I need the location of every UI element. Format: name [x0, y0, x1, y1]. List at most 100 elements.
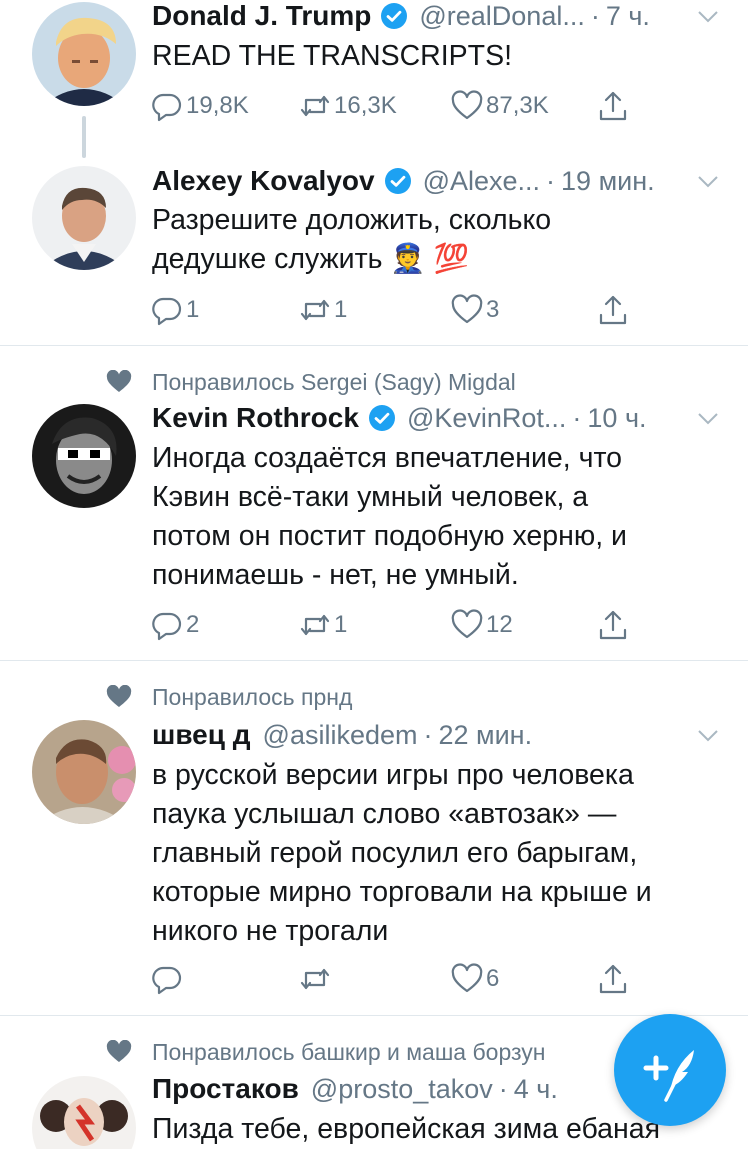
tweet-time[interactable]: 10 ч. — [587, 403, 646, 434]
author-handle[interactable]: @asilikedem — [263, 720, 418, 751]
author-handle[interactable]: @Alexe... — [423, 166, 540, 197]
tweet-actions: 19,8K 16,3K 87,3K — [150, 86, 708, 126]
tweet-text-line: главный герой посулил его барыгам, — [152, 837, 638, 869]
retweet-icon — [298, 293, 332, 327]
share-icon — [596, 89, 630, 123]
compose-tweet-button[interactable] — [614, 1014, 726, 1126]
tweet-actions: 2 1 12 — [150, 605, 708, 645]
avatar[interactable] — [32, 166, 136, 270]
author-handle[interactable]: @realDonal... — [419, 1, 584, 32]
share-icon — [596, 293, 630, 327]
tweet-header: Donald J. Trump @realDonal... · 7 ч. — [152, 0, 720, 34]
divider — [0, 345, 748, 346]
reply-count: 19,8K — [186, 92, 249, 119]
tweet-text: Разрешите доложить, сколько дедушке служ… — [152, 201, 718, 279]
share-icon — [596, 962, 630, 996]
reply-icon — [150, 89, 184, 123]
share-button[interactable] — [596, 86, 630, 126]
chevron-down-icon[interactable] — [696, 169, 720, 193]
like-button[interactable]: 87,3K — [450, 86, 549, 126]
tweet-header: Kevin Rothrock @KevinRot... · 10 ч. — [152, 400, 720, 436]
separator-dot: · — [423, 719, 433, 750]
retweet-button[interactable]: 1 — [298, 290, 347, 330]
reply-icon — [150, 962, 184, 996]
reply-button[interactable]: 2 — [150, 605, 199, 645]
separator-dot: · — [498, 1073, 508, 1104]
tweet-text: Иногда создаётся впечатление, что Кэвин … — [152, 439, 718, 595]
avatar[interactable] — [32, 720, 136, 824]
separator-dot: · — [590, 0, 600, 31]
reply-button[interactable] — [150, 959, 186, 999]
tweet-text-line: потом он постит подобную херню, и — [152, 520, 627, 552]
tweet-time[interactable]: 22 мин. — [439, 720, 533, 751]
like-button[interactable]: 12 — [450, 605, 513, 645]
heart-icon — [450, 89, 484, 123]
tweet-time[interactable]: 7 ч. — [606, 1, 650, 32]
avatar[interactable] — [32, 1076, 136, 1149]
retweet-button[interactable] — [298, 959, 334, 999]
tweet-header: Alexey Kovalyov @Alexe... · 19 мин. — [152, 163, 720, 199]
like-button[interactable]: 3 — [450, 290, 499, 330]
compose-tweet-icon — [643, 1050, 694, 1102]
retweet-count: 1 — [334, 296, 348, 323]
reply-button[interactable]: 1 — [150, 290, 199, 330]
tweet-text-line: Разрешите доложить, сколько — [152, 204, 552, 236]
retweet-count: 1 — [334, 611, 348, 638]
author-handle[interactable]: @prosto_takov — [311, 1074, 493, 1105]
author-name[interactable]: Kevin Rothrock — [152, 402, 359, 434]
verified-badge-icon — [381, 3, 408, 29]
retweet-button[interactable]: 16,3K — [298, 86, 397, 126]
small-heart-icon — [106, 370, 132, 392]
tweet-actions: 1 1 3 — [150, 290, 708, 330]
liked-by-text[interactable]: Понравилось Sergei (Sagy) Migdal — [152, 369, 516, 396]
tweet-text-line: никого не трогали — [152, 915, 389, 947]
like-count: 6 — [486, 965, 500, 992]
retweet-button[interactable]: 1 — [298, 605, 347, 645]
retweet-count: 16,3K — [334, 92, 397, 119]
like-button[interactable]: 6 — [450, 959, 499, 999]
like-count: 12 — [486, 611, 513, 638]
chevron-down-icon[interactable] — [696, 406, 720, 430]
reply-button[interactable]: 19,8K — [150, 86, 249, 126]
author-name[interactable]: Donald J. Trump — [152, 0, 371, 32]
like-count: 3 — [486, 296, 500, 323]
author-name[interactable]: Простаков — [152, 1073, 299, 1105]
chevron-down-icon[interactable] — [696, 4, 720, 28]
tweet-text-line: дедушке служить 👮 💯 — [152, 243, 470, 275]
tweet-time[interactable]: 4 ч. — [514, 1074, 558, 1105]
author-handle[interactable]: @KevinRot... — [407, 403, 566, 434]
tweet-text-line: понимаешь - нет, не умный. — [152, 559, 519, 591]
share-button[interactable] — [596, 290, 630, 330]
tweet-text-line: в русской версии игры про человека — [152, 759, 634, 791]
tweet-header: швец д @asilikedem · 22 мин. — [152, 717, 720, 753]
separator-dot: · — [546, 165, 556, 196]
retweet-icon — [298, 89, 332, 123]
author-name[interactable]: швец д — [152, 719, 251, 751]
share-button[interactable] — [596, 605, 630, 645]
small-heart-icon — [106, 1040, 132, 1062]
heart-icon — [450, 293, 484, 327]
tweet-actions: 6 — [150, 959, 708, 999]
retweet-icon — [298, 962, 332, 996]
like-count: 87,3K — [486, 92, 549, 119]
heart-icon — [450, 962, 484, 996]
social-context: Понравилось башкир и маша борзун — [106, 1036, 545, 1068]
chevron-down-icon[interactable] — [696, 723, 720, 747]
tweet-text: в русской версии игры про человека паука… — [152, 756, 718, 951]
tweet-text-line: READ THE TRANSCRIPTS! — [152, 40, 513, 72]
social-context: Понравилось прнд — [106, 681, 352, 713]
tweet-text: READ THE TRANSCRIPTS! — [152, 37, 718, 76]
tweet-text-line: Иногда создаётся впечатление, что — [152, 442, 623, 474]
share-button[interactable] — [596, 959, 630, 999]
avatar[interactable] — [32, 404, 136, 508]
reply-count: 2 — [186, 611, 200, 638]
author-name[interactable]: Alexey Kovalyov — [152, 165, 375, 197]
tweet-time[interactable]: 19 мин. — [561, 166, 655, 197]
reply-icon — [150, 293, 184, 327]
reply-icon — [150, 608, 184, 642]
liked-by-text[interactable]: Понравилось прнд — [152, 684, 352, 711]
verified-badge-icon — [384, 168, 411, 194]
small-heart-icon — [106, 685, 132, 707]
avatar[interactable] — [32, 2, 136, 106]
liked-by-text[interactable]: Понравилось башкир и маша борзун — [152, 1039, 545, 1066]
